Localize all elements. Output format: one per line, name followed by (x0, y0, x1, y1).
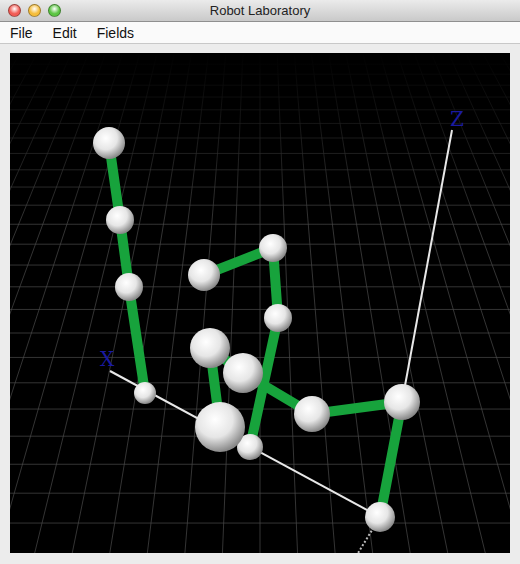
viewport-3d[interactable]: XZ (10, 53, 510, 553)
title-bar: Robot Laboratory (0, 0, 520, 22)
menu-item[interactable]: File (10, 25, 33, 41)
arm-joint[interactable] (195, 402, 245, 452)
arm-joint[interactable] (106, 206, 134, 234)
menu-item[interactable]: Edit (53, 25, 77, 41)
arm-joint[interactable] (93, 127, 125, 159)
arm-joint[interactable] (294, 396, 330, 432)
scene[interactable] (10, 53, 510, 553)
arm-joint[interactable] (259, 234, 287, 262)
window-title: Robot Laboratory (210, 3, 310, 18)
arm-joint[interactable] (384, 384, 420, 420)
window-button[interactable] (48, 4, 61, 17)
window-button[interactable] (28, 4, 41, 17)
axis-label: Z (450, 109, 464, 129)
robot-arm[interactable] (93, 127, 420, 532)
arm-link (129, 287, 145, 393)
arm-joint[interactable] (190, 328, 230, 368)
window-button[interactable] (8, 4, 21, 17)
arm-joint[interactable] (115, 273, 143, 301)
x-axis (110, 371, 380, 517)
arm-joint[interactable] (188, 259, 220, 291)
viewport-frame: XZ (0, 44, 520, 564)
window-controls (8, 4, 61, 17)
axis-label: X (100, 349, 114, 369)
floor-grid (10, 53, 510, 553)
window: Robot LaboratoryFileEditFieldsXZ (0, 0, 520, 564)
menu-item[interactable]: Fields (97, 25, 134, 41)
menu-bar: File Edit Fields (0, 22, 520, 44)
arm-joint[interactable] (223, 353, 263, 393)
arm-joint[interactable] (365, 502, 395, 532)
arm-joint[interactable] (264, 304, 292, 332)
arm-joint[interactable] (134, 382, 156, 404)
z-axis (402, 130, 452, 402)
